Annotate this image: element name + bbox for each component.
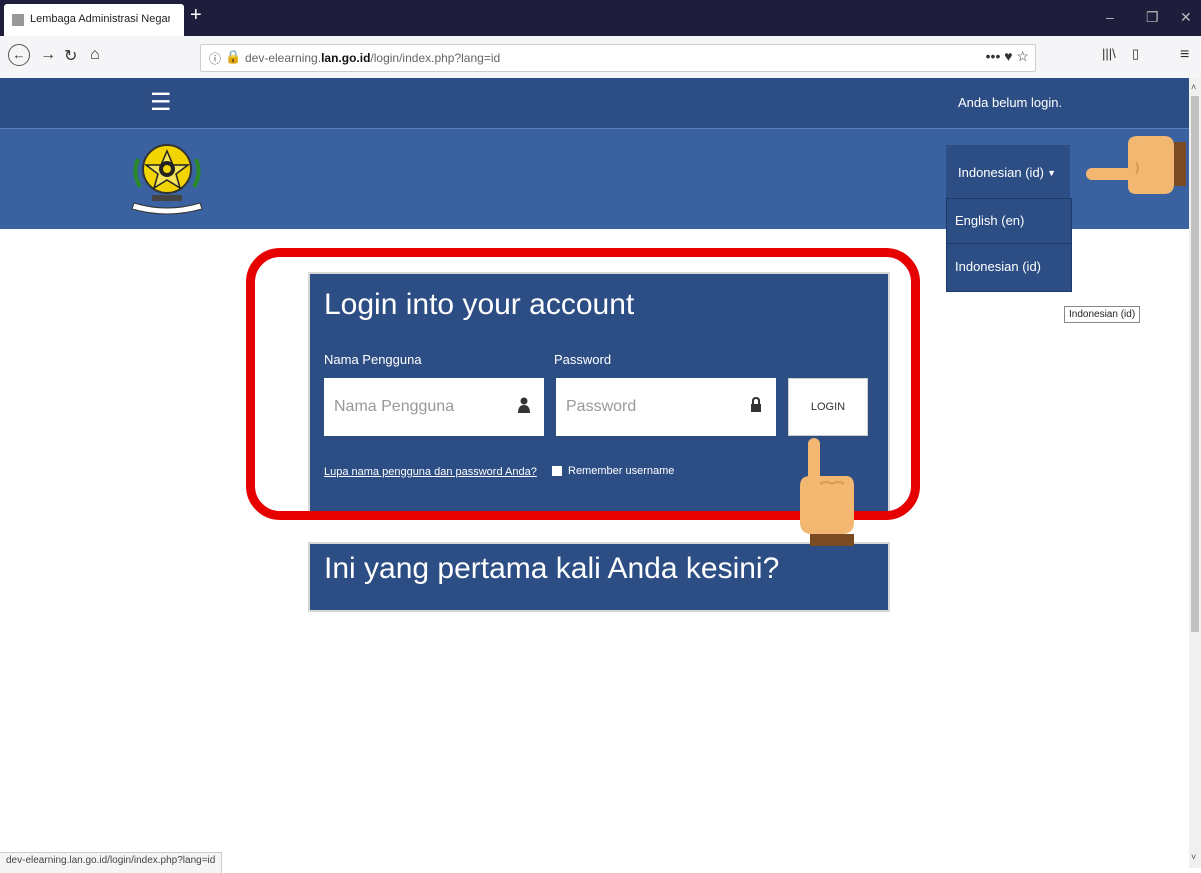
minimize-icon[interactable]: – (1106, 9, 1114, 25)
language-selector[interactable]: Indonesian (id) ▼ (946, 145, 1070, 199)
pointing-hand-left-icon (1086, 136, 1186, 194)
language-menu: English (en) Indonesian (id) (946, 198, 1072, 292)
sidebar-icon[interactable]: ▯ (1132, 46, 1139, 62)
lang-option-id[interactable]: Indonesian (id) (947, 245, 1071, 289)
first-time-title: Ini yang pertama kali Anda kesini? (324, 552, 780, 585)
new-tab-button[interactable]: + (190, 4, 202, 27)
forward-icon[interactable]: → (40, 46, 56, 64)
lang-option-en[interactable]: English (en) (947, 199, 1071, 244)
library-icon[interactable]: |||\ (1102, 46, 1116, 61)
info-icon[interactable]: ⓘ (209, 50, 221, 67)
browser-tab-bar: Lembaga Administrasi Negara: X + – ❐ ✕ (0, 0, 1201, 36)
scrollbar-thumb[interactable] (1191, 96, 1199, 632)
home-icon[interactable]: ⌂ (90, 46, 100, 64)
language-current: Indonesian (id) (958, 165, 1044, 180)
reload-icon[interactable]: ↻ (64, 46, 77, 66)
close-window-icon[interactable]: ✕ (1180, 9, 1192, 26)
browser-tab[interactable]: Lembaga Administrasi Negara: X (4, 4, 184, 36)
url-bar[interactable]: ⓘ 🔒 dev-elearning.lan.go.id/login/index.… (200, 44, 1036, 72)
tab-title: Lembaga Administrasi Negara: X (30, 13, 170, 25)
first-time-panel: Ini yang pertama kali Anda kesini? (308, 542, 890, 612)
pointing-hand-icon (800, 438, 854, 546)
status-bar: dev-elearning.lan.go.id/login/index.php?… (0, 852, 223, 873)
lan-logo (131, 144, 203, 215)
insecure-lock-icon[interactable]: 🔒 (225, 49, 241, 65)
page-actions[interactable]: ••• ♥ ☆ (986, 48, 1029, 65)
browser-menu-icon[interactable]: ≡ (1180, 46, 1189, 64)
caret-down-icon: ▼ (1047, 168, 1056, 178)
browser-nav-bar: ← → ↻ ⌂ ⓘ 🔒 dev-elearning.lan.go.id/logi… (0, 36, 1201, 79)
back-icon[interactable]: ← (8, 44, 30, 66)
login-status: Anda belum login. (958, 95, 1063, 110)
site-navbar: ☰ Anda belum login. (0, 78, 1189, 128)
restore-icon[interactable]: ❐ (1146, 9, 1159, 26)
scroll-down-icon[interactable]: ˅ (1191, 852, 1196, 862)
tooltip: Indonesian (id) (1064, 306, 1141, 323)
favicon-icon (12, 14, 24, 26)
scroll-up-icon[interactable]: ˄ (1191, 82, 1196, 92)
hamburger-icon[interactable]: ☰ (150, 88, 172, 117)
url-text: dev-elearning.lan.go.id/login/index.php?… (245, 51, 501, 65)
